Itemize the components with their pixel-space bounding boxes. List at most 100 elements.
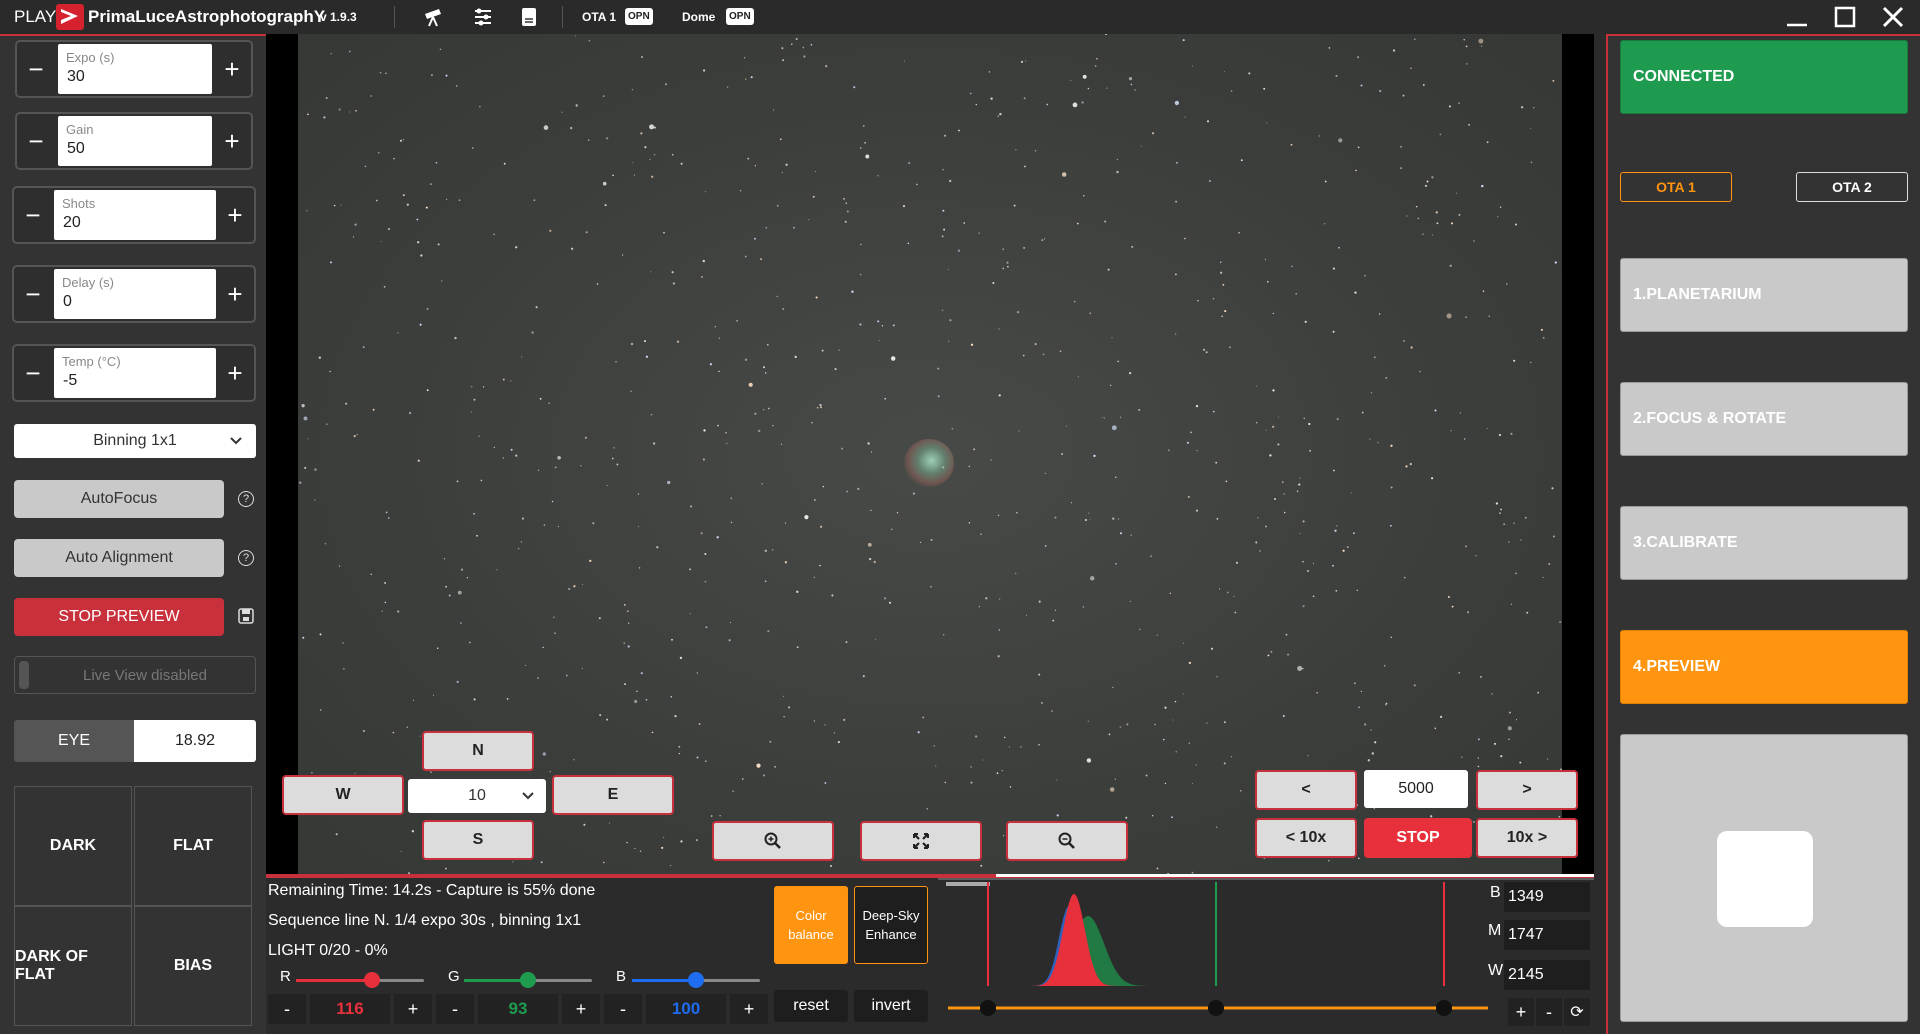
- star: [1106, 87, 1108, 89]
- star: [637, 525, 639, 527]
- next-frame-button[interactable]: >: [1476, 770, 1578, 810]
- document-icon[interactable]: [520, 7, 538, 27]
- calibrate-button[interactable]: 3.CALIBRATE: [1620, 506, 1908, 580]
- minimize-button[interactable]: [1774, 0, 1820, 34]
- telescope-icon[interactable]: [422, 6, 444, 28]
- color-balance-button[interactable]: Color balance: [774, 886, 848, 964]
- dark-button[interactable]: DARK: [14, 786, 132, 906]
- ota1-tab[interactable]: OTA 1: [1620, 172, 1732, 202]
- east-button[interactable]: E: [552, 775, 674, 815]
- save-icon[interactable]: [238, 608, 254, 624]
- star: [652, 442, 656, 445]
- expo-field[interactable]: Expo (s) 30: [58, 44, 212, 94]
- refresh-icon[interactable]: ⟳: [1564, 998, 1590, 1026]
- autofocus-button[interactable]: AutoFocus: [14, 480, 224, 518]
- focus-rotate-button[interactable]: 2.FOCUS & ROTATE: [1620, 382, 1908, 456]
- bias-button[interactable]: BIAS: [134, 906, 252, 1026]
- b-value[interactable]: 100: [646, 994, 726, 1024]
- star: [1023, 97, 1026, 100]
- star: [466, 577, 469, 579]
- r-slider-knob[interactable]: [364, 972, 380, 988]
- flat-button[interactable]: FLAT: [134, 786, 252, 906]
- maximize-button[interactable]: [1822, 0, 1868, 34]
- ota2-tab[interactable]: OTA 2: [1796, 172, 1908, 202]
- g-slider[interactable]: [464, 972, 592, 988]
- star: [1107, 268, 1110, 271]
- star: [1370, 392, 1373, 394]
- gain-plus-button[interactable]: +: [213, 114, 251, 168]
- delay-minus-button[interactable]: −: [14, 267, 52, 321]
- star: [862, 124, 865, 127]
- delay-field[interactable]: Delay (s) 0: [54, 269, 216, 319]
- planetarium-button[interactable]: 1.PLANETARIUM: [1620, 258, 1908, 332]
- gain-minus-button[interactable]: −: [17, 114, 55, 168]
- g-slider-knob[interactable]: [520, 972, 536, 988]
- preview-button[interactable]: 4.PREVIEW: [1620, 630, 1908, 704]
- r-slider[interactable]: [296, 972, 424, 988]
- west-button[interactable]: W: [282, 775, 404, 815]
- delay-plus-button[interactable]: +: [216, 267, 254, 321]
- zoom-in-button[interactable]: [712, 821, 834, 861]
- hist-minus-button[interactable]: -: [1536, 998, 1562, 1026]
- autofocus-help-icon[interactable]: ?: [238, 491, 254, 507]
- prev-frame-button[interactable]: <: [1255, 770, 1357, 810]
- stop-preview-button[interactable]: STOP PREVIEW: [14, 598, 224, 636]
- hist-black-input[interactable]: 1349: [1504, 882, 1590, 912]
- reset-button[interactable]: reset: [774, 990, 848, 1022]
- star: [1134, 89, 1136, 91]
- temp-field[interactable]: Temp (°C) -5: [54, 348, 216, 398]
- deep-sky-enhance-button[interactable]: Deep-Sky Enhance: [854, 886, 928, 964]
- dark-of-flat-button[interactable]: DARK OF FLAT: [14, 906, 132, 1026]
- hist-plus-button[interactable]: +: [1508, 998, 1534, 1026]
- capture-button[interactable]: [1717, 831, 1813, 927]
- star: [1219, 588, 1221, 590]
- settings-sliders-icon[interactable]: [473, 7, 493, 27]
- star: [1466, 611, 1470, 614]
- g-value[interactable]: 93: [478, 994, 558, 1024]
- south-button[interactable]: S: [422, 820, 534, 860]
- next-10x-button[interactable]: 10x >: [1476, 818, 1578, 858]
- star: [1277, 416, 1279, 418]
- star: [1542, 336, 1545, 339]
- close-button[interactable]: [1870, 0, 1916, 34]
- star: [837, 741, 840, 744]
- shots-plus-button[interactable]: +: [216, 188, 254, 242]
- g-plus-button[interactable]: +: [562, 994, 600, 1024]
- shots-field[interactable]: Shots 20: [54, 190, 216, 240]
- fit-screen-button[interactable]: [860, 821, 982, 861]
- star: [1477, 765, 1480, 768]
- expo-plus-button[interactable]: +: [213, 42, 251, 96]
- invert-button[interactable]: invert: [854, 990, 928, 1022]
- temp-minus-button[interactable]: −: [14, 346, 52, 400]
- gain-field[interactable]: Gain 50: [58, 116, 212, 166]
- expo-minus-button[interactable]: −: [17, 42, 55, 96]
- b-slider-knob[interactable]: [688, 972, 704, 988]
- hist-white-input[interactable]: 2145: [1504, 960, 1590, 990]
- binning-select[interactable]: Binning 1x1: [14, 424, 256, 458]
- r-plus-button[interactable]: +: [394, 994, 432, 1024]
- b-minus-button[interactable]: -: [604, 994, 642, 1024]
- north-button[interactable]: N: [422, 731, 534, 771]
- auto-alignment-button[interactable]: Auto Alignment: [14, 539, 224, 577]
- prev-10x-button[interactable]: < 10x: [1255, 818, 1357, 858]
- r-value[interactable]: 116: [310, 994, 390, 1024]
- g-minus-button[interactable]: -: [436, 994, 474, 1024]
- zoom-out-button[interactable]: [1006, 821, 1128, 861]
- temp-plus-button[interactable]: +: [216, 346, 254, 400]
- star: [1270, 650, 1273, 653]
- shots-minus-button[interactable]: −: [14, 188, 52, 242]
- star: [1228, 346, 1231, 349]
- stop-button[interactable]: STOP: [1364, 818, 1472, 858]
- star: [919, 541, 922, 544]
- frame-counter-input[interactable]: 5000: [1364, 770, 1468, 808]
- b-slider[interactable]: [632, 972, 760, 988]
- star: [393, 157, 395, 160]
- auto-alignment-help-icon[interactable]: ?: [238, 550, 254, 566]
- step-select[interactable]: 10: [408, 779, 546, 813]
- r-minus-button[interactable]: -: [268, 994, 306, 1024]
- star: [430, 771, 432, 774]
- live-view-toggle[interactable]: Live View disabled: [14, 656, 256, 694]
- hist-mid-input[interactable]: 1747: [1504, 920, 1590, 950]
- connection-status[interactable]: CONNECTED: [1620, 40, 1908, 114]
- b-plus-button[interactable]: +: [730, 994, 768, 1024]
